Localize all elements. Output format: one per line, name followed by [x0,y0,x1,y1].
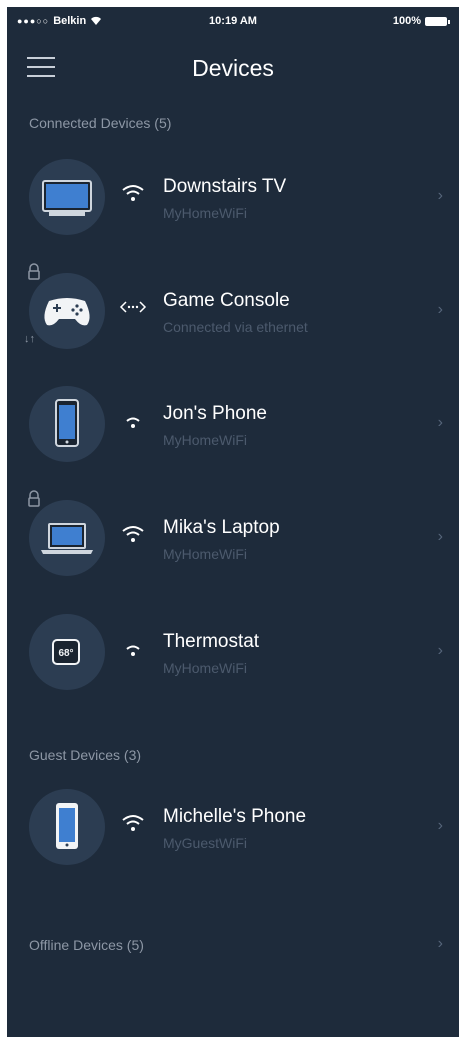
wifi-icon [126,417,140,428]
device-row-game-console[interactable]: ↓↑ Game Console Connected via ethernet › [7,263,459,363]
device-name: Downstairs TV [163,176,287,197]
chevron-right-icon: › [437,642,443,659]
laptop-icon [29,500,105,576]
device-row-michelles-phone[interactable]: Michelle's Phone MyGuestWiFi › [7,779,459,879]
device-network: MyHomeWiFi [163,546,247,562]
wifi-icon [126,645,140,656]
header: Devices [7,45,459,93]
device-name: Game Console [163,290,290,311]
devices-screen: ●●●○○ Belkin 10:19 AM 100% Devices Conne… [7,7,459,1037]
device-name: Mika's Laptop [163,517,280,538]
device-name: Jon's Phone [163,403,267,424]
device-row-jons-phone[interactable]: Jon's Phone MyHomeWiFi › [7,376,459,476]
device-network: MyHomeWiFi [163,660,247,676]
device-network: MyHomeWiFi [163,205,247,221]
tv-icon [29,159,105,235]
chevron-right-icon: › [437,187,443,204]
device-name: Thermostat [163,631,260,652]
thermostat-display: 68° [58,648,73,659]
battery-icon [425,16,450,26]
chevron-right-icon: › [437,528,443,545]
device-row-downstairs-tv[interactable]: Downstairs TV MyHomeWiFi › [7,149,459,249]
wifi-icon [122,185,144,201]
chevron-right-icon: › [437,817,443,834]
offline-devices-label: Offline Devices (5) [29,937,144,953]
chevron-right-icon: › [437,935,443,952]
status-bar: ●●●○○ Belkin 10:19 AM 100% [7,7,459,35]
transfer-arrows-icon: ↓↑ [24,333,35,345]
chevron-right-icon: › [437,301,443,318]
phone-icon [29,386,105,462]
thermostat-icon: 68° [29,614,105,690]
ethernet-icon [119,301,147,313]
gamepad-icon [29,273,105,349]
device-name: Michelle's Phone [163,806,307,827]
wifi-icon [122,526,144,542]
clock: 10:19 AM [209,15,257,27]
device-network: MyGuestWiFi [163,835,247,851]
device-row-thermostat[interactable]: 68° Thermostat MyHomeWiFi › [7,604,459,704]
device-network: Connected via ethernet [163,319,308,335]
wifi-icon [122,815,144,831]
chevron-right-icon: › [437,414,443,431]
offline-devices-row[interactable]: Offline Devices (5) › [7,917,459,973]
guest-devices-header: Guest Devices (3) [29,747,142,763]
phone-icon [29,789,105,865]
device-row-mikas-laptop[interactable]: Mika's Laptop MyHomeWiFi › [7,490,459,590]
connected-devices-header: Connected Devices (5) [29,115,172,131]
page-title: Devices [192,55,274,81]
battery-percent: 100% [392,15,421,27]
device-network: MyHomeWiFi [163,432,247,448]
